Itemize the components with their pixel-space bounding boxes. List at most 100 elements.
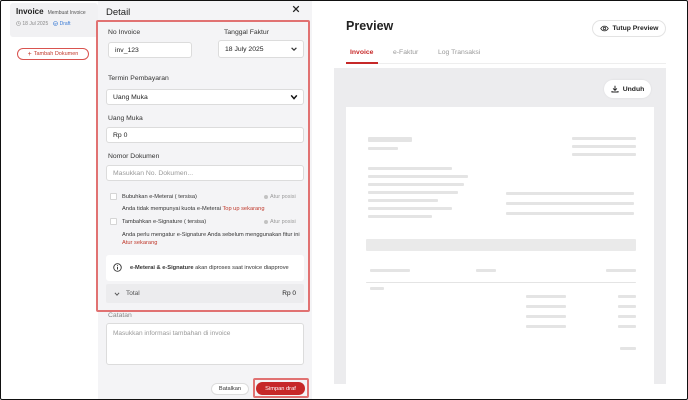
esign-note: Anda perlu mengatur e-Signature Anda seb…	[122, 232, 300, 238]
blurred-text	[506, 212, 634, 215]
esign-position-link[interactable]: Atur posisi	[264, 219, 296, 225]
esign-checkbox[interactable]	[110, 218, 117, 225]
esign-setup-link[interactable]: Atur sekarang	[122, 240, 157, 246]
info-text-rest: akan diproses saat invoice diapprove	[193, 265, 289, 271]
gear-icon	[264, 195, 268, 199]
tab-log-transaksi[interactable]: Log Transaksi	[438, 49, 480, 56]
blurred-text	[618, 305, 636, 308]
add-document-button[interactable]: + Tambah Dokumen	[17, 48, 89, 60]
status-badge-text: Draft	[59, 21, 71, 27]
emeterai-note: Anda tidak mempunyai kuota e-Meterai Top…	[122, 206, 265, 212]
payment-term-select[interactable]: Uang Muka	[106, 89, 304, 105]
esign-label: Tambahkan e-Signature ( tersisa)	[122, 219, 207, 225]
doc-number-input[interactable]: Masukkan No. Dokumen...	[106, 165, 304, 181]
invoice-no-input[interactable]: inv_123	[108, 42, 192, 58]
blurred-text	[618, 325, 636, 328]
plus-icon: +	[27, 50, 32, 58]
download-icon	[611, 85, 619, 93]
blurred-text	[368, 147, 398, 150]
drawer-header: Detail	[98, 0, 312, 22]
total-label: Total	[126, 290, 140, 297]
blurred-text	[506, 202, 634, 205]
emeterai-note-text: Anda tidak mempunyai kuota e-Meterai	[122, 206, 221, 212]
down-payment-label: Uang Muka	[108, 115, 143, 122]
blurred-text	[368, 191, 458, 194]
info-text: e-Meterai & e-Signature akan diproses sa…	[130, 265, 289, 271]
blurred-text	[526, 325, 566, 328]
invoice-no-label: No Invoice	[108, 29, 141, 36]
status-badge: Draft	[53, 21, 70, 27]
download-label: Unduh	[622, 85, 645, 93]
info-text-bold: e-Meterai & e-Signature	[130, 265, 194, 271]
invoice-no-value: inv_123	[115, 46, 139, 54]
drawer-title: Detail	[106, 7, 131, 18]
notes-textarea[interactable]: Masukkan informasi tambahan di invoice	[106, 323, 304, 365]
close-preview-button[interactable]: Tutup Preview	[592, 20, 666, 37]
invoice-date-picker[interactable]: 18 July 2025	[218, 40, 304, 58]
invoice-date-label: Tanggal Faktur	[224, 29, 269, 36]
blurred-text	[620, 347, 636, 350]
chevron-down-icon	[290, 94, 298, 100]
blurred-text	[368, 207, 452, 210]
esign-position-text: Atur posisi	[270, 219, 296, 225]
blurred-text	[368, 215, 432, 218]
invoice-item-date: 18 Jul 2025	[16, 21, 48, 27]
clock-icon	[16, 21, 21, 26]
blurred-text	[572, 137, 636, 140]
down-payment-input[interactable]: Rp 0	[106, 127, 304, 143]
emeterai-position-text: Atur posisi	[270, 194, 296, 200]
blurred-text	[526, 295, 566, 298]
blurred-text	[476, 269, 496, 272]
blurred-text	[618, 315, 636, 318]
blurred-text	[526, 305, 566, 308]
chevron-down-icon	[291, 47, 297, 52]
invoice-item-title: Invoice	[16, 7, 44, 16]
chevron-down-icon	[114, 292, 120, 296]
invoice-item-date-text: 18 Jul 2025	[22, 21, 49, 27]
emeterai-label: Bubuhkan e-Meterai ( tersisa)	[122, 194, 197, 200]
emeterai-topup-link[interactable]: Top up sekarang	[222, 206, 264, 212]
tab-efaktur[interactable]: e-Faktur	[393, 49, 418, 56]
blurred-text	[618, 295, 636, 298]
blurred-text	[606, 269, 636, 272]
blurred-table-header	[366, 239, 636, 251]
total-value: Rp 0	[282, 290, 296, 297]
close-drawer-button[interactable]	[292, 5, 300, 16]
invoice-item-subtitle: Membuat Invoice	[47, 10, 86, 16]
blurred-text	[526, 315, 566, 318]
blurred-text	[572, 145, 636, 148]
tab-invoice[interactable]: Invoice	[350, 49, 373, 56]
gear-icon	[264, 220, 268, 224]
preview-title: Preview	[346, 19, 394, 33]
invoice-list-panel: Invoice Membuat Invoice 18 Jul 2025 Draf…	[0, 0, 98, 400]
cancel-label: Batalkan	[218, 386, 242, 392]
download-button[interactable]: Unduh	[604, 80, 651, 98]
blurred-text	[368, 175, 468, 178]
blurred-text	[368, 167, 452, 170]
total-row[interactable]: Total Rp 0	[106, 284, 304, 303]
blurred-text	[368, 137, 412, 142]
save-draft-button[interactable]: Simpan draf	[256, 382, 305, 395]
emeterai-position-link[interactable]: Atur posisi	[264, 194, 296, 200]
blurred-text	[368, 183, 464, 186]
blurred-text	[370, 287, 384, 290]
add-document-label: Tambah Dokumen	[33, 51, 79, 57]
check-circle-icon	[53, 21, 59, 26]
eye-icon	[599, 25, 609, 32]
blurred-text	[506, 192, 634, 195]
payment-term-value: Uang Muka	[113, 93, 148, 101]
invoice-list-item[interactable]: Invoice Membuat Invoice 18 Jul 2025 Draf…	[10, 3, 98, 37]
notes-label: Catatan	[108, 312, 132, 319]
blurred-text	[572, 153, 636, 156]
down-payment-value: Rp 0	[113, 131, 128, 139]
save-label: Simpan draf	[265, 385, 296, 392]
cancel-button[interactable]: Batalkan	[211, 383, 249, 395]
blurred-divider	[366, 282, 636, 283]
invoice-date-value: 18 July 2025	[225, 45, 264, 53]
active-tab-indicator	[346, 62, 378, 64]
emeterai-checkbox[interactable]	[110, 193, 117, 200]
close-preview-label: Tutup Preview	[612, 25, 659, 32]
info-notice: e-Meterai & e-Signature akan diproses sa…	[106, 255, 304, 281]
invoice-document-page	[346, 107, 654, 385]
tab-divider	[346, 63, 666, 64]
